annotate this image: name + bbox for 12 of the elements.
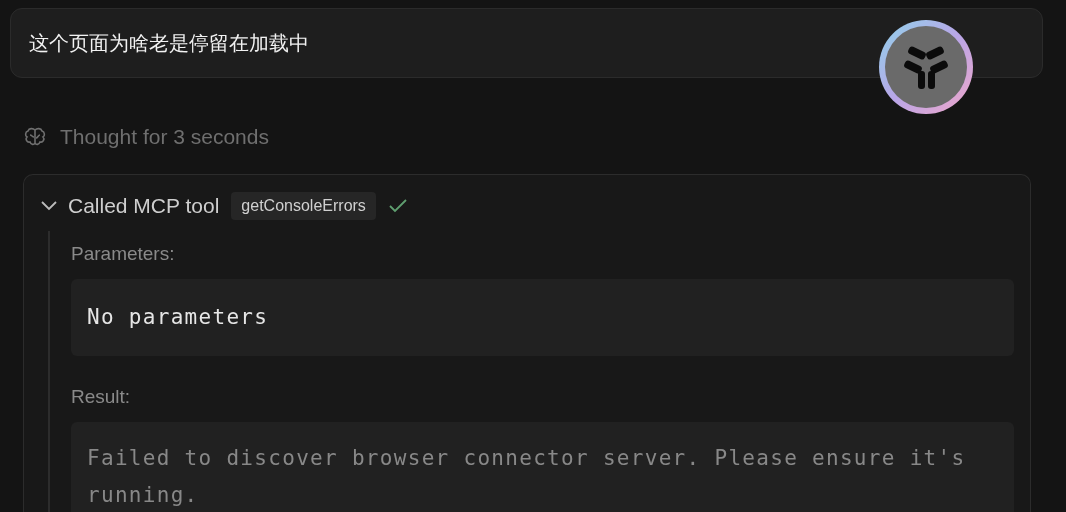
parameters-label: Parameters: [71, 243, 176, 265]
logo-icon [878, 19, 974, 115]
parameters-text: No parameters [87, 305, 269, 329]
result-text: Failed to discover browser connector server. Please ensure it's running. [87, 446, 966, 507]
tool-name-tag: getConsoleErrors [231, 192, 376, 220]
assistant-button[interactable] [878, 19, 974, 115]
result-label: Result: [71, 386, 132, 408]
brain-icon [24, 127, 46, 147]
tool-call-title: Called MCP tool [68, 194, 220, 218]
message-text: 这个页面为啥老是停留在加载中 [29, 30, 309, 56]
chevron-icon[interactable] [40, 200, 58, 212]
thought-label: Thought for 3 seconds [60, 125, 269, 149]
